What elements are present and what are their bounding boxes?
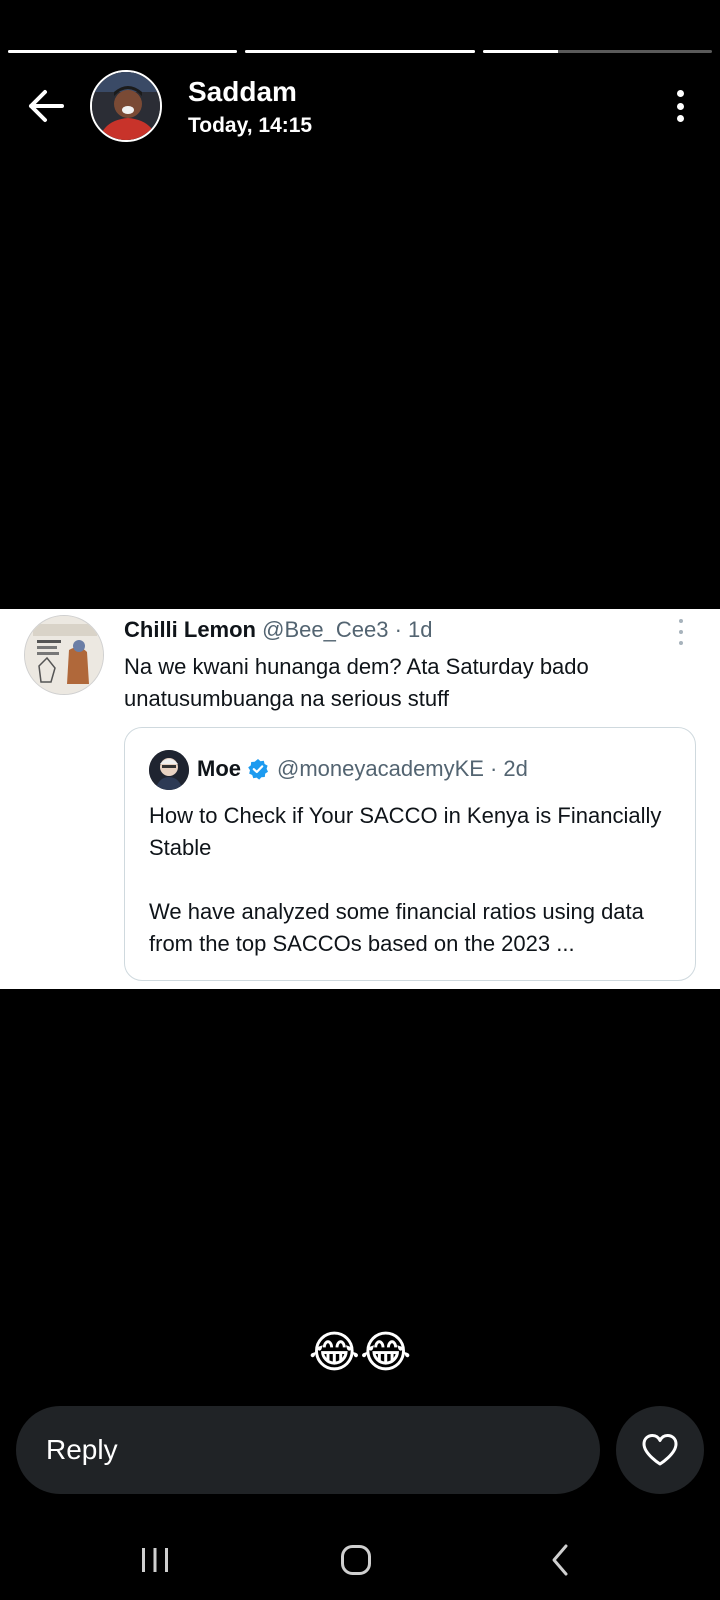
- avatar-image: [92, 72, 160, 140]
- more-options-button[interactable]: [666, 86, 694, 126]
- story-header: Saddam Today, 14:15: [0, 68, 720, 144]
- tweet-card: Chilli Lemon @Bee_Cee3 · 1d Na we kwani …: [0, 609, 720, 989]
- quoted-author-name: Moe: [197, 756, 241, 781]
- system-back-button[interactable]: [530, 1536, 590, 1584]
- more-vertical-icon: [676, 90, 684, 97]
- system-navigation-bar: [0, 1530, 720, 1590]
- tweet-more-icon: [676, 619, 686, 645]
- quoted-tweet-body: We have analyzed some financial ratios u…: [149, 899, 644, 956]
- tweet-author-name: Chilli Lemon: [124, 617, 256, 642]
- tweet-header: Chilli Lemon @Bee_Cee3 · 1d: [124, 617, 432, 643]
- quoted-author-handle: @moneyacademyKE: [277, 756, 484, 781]
- quoted-author-avatar: [149, 750, 189, 790]
- quoted-tweet: Moe @moneyacademyKE · 2d How to Check if…: [124, 727, 696, 981]
- user-name[interactable]: Saddam: [188, 76, 297, 108]
- progress-segment: [8, 50, 238, 53]
- avatar-image: [149, 750, 189, 790]
- reply-input[interactable]: Reply: [16, 1406, 600, 1494]
- tweet-author-handle: @Bee_Cee3: [262, 617, 389, 642]
- tweet-age: · 1d: [394, 617, 433, 642]
- chevron-left-icon: [552, 1544, 568, 1576]
- back-button[interactable]: [22, 84, 70, 128]
- tweet-text: Na we kwani hunanga dem? Ata Saturday ba…: [124, 654, 589, 711]
- like-button[interactable]: [616, 1406, 704, 1494]
- arrow-left-icon: [29, 90, 64, 122]
- tweet-author-avatar: [24, 615, 104, 695]
- story-caption: 😂😂: [308, 1328, 412, 1377]
- story-progress: [8, 50, 712, 54]
- quoted-tweet-header: Moe @moneyacademyKE · 2d: [197, 756, 528, 782]
- quoted-tweet-text: How to Check if Your SACCO in Kenya is F…: [149, 800, 677, 960]
- progress-segment: [245, 50, 475, 53]
- home-icon: [341, 1545, 371, 1575]
- quoted-tweet-age: · 2d: [489, 756, 528, 781]
- progress-segment: [482, 50, 712, 53]
- verified-badge-icon: [248, 759, 268, 780]
- story-viewer: Saddam Today, 14:15 Chilli Lemon @Bee_Ce: [0, 0, 720, 1600]
- home-button[interactable]: [326, 1536, 386, 1584]
- recents-icon: [142, 1548, 168, 1572]
- quoted-tweet-title: How to Check if Your SACCO in Kenya is F…: [149, 803, 662, 860]
- post-time: Today, 14:15: [188, 114, 313, 137]
- avatar[interactable]: [90, 70, 162, 142]
- heart-icon: [642, 1434, 678, 1466]
- recents-button[interactable]: [125, 1536, 185, 1584]
- avatar-image: [25, 616, 103, 694]
